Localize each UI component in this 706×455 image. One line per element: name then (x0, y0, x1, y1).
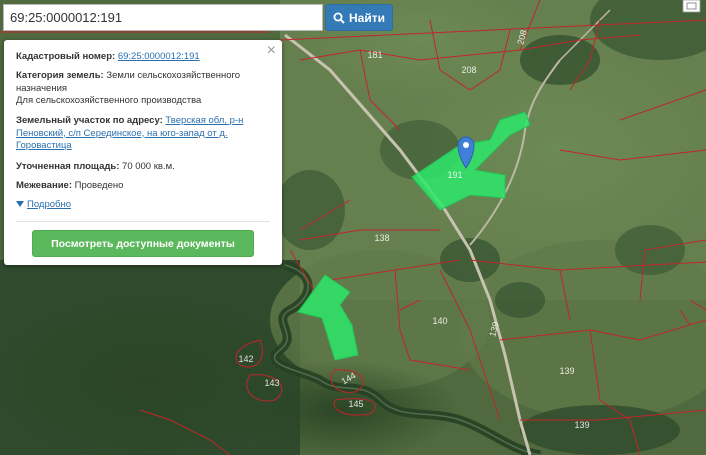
parcel-label: 181 (367, 50, 382, 60)
parcel-label: 191 (447, 170, 462, 180)
area-value: 70 000 кв.м. (122, 161, 175, 172)
land-usage-value: Для сельскохозяйственного производства (16, 95, 202, 106)
chevron-down-icon (16, 201, 24, 208)
search-button-label: Найти (349, 10, 385, 25)
land-category-label: Категория земель: (16, 70, 104, 81)
parcel-label: 140 (432, 316, 447, 326)
survey-value: Проведено (74, 180, 124, 191)
details-toggle[interactable]: Подробно (16, 199, 71, 210)
cadastral-number-link[interactable]: 69:25:0000012:191 (118, 51, 200, 62)
area-label: Уточненная площадь: (16, 161, 120, 172)
search-button[interactable]: Найти (325, 4, 393, 31)
parcel-label: 139 (574, 420, 589, 430)
land-category-row: Категория земель: Земли сельскохозяйстве… (16, 70, 266, 95)
survey-row: Межевание: Проведено (16, 180, 266, 193)
parcel-label: 138 (374, 233, 389, 243)
address-row: Земельный участок по адресу: Тверская об… (16, 115, 266, 153)
survey-label: Межевание: (16, 180, 72, 191)
cadastral-number-label: Кадастровый номер: (16, 51, 116, 62)
parcel-label: 139 (559, 366, 574, 376)
parcel-label: 208 (461, 65, 476, 75)
view-documents-button[interactable]: Посмотреть доступные документы (32, 230, 254, 257)
parcel-label: 142 (238, 354, 253, 364)
parcel-info-panel: × Кадастровый номер: 69:25:0000012:191 К… (4, 40, 282, 265)
close-icon[interactable]: × (267, 42, 276, 60)
cadastral-search-input[interactable] (3, 4, 323, 31)
map-control[interactable] (682, 0, 701, 13)
address-label: Земельный участок по адресу: (16, 115, 163, 126)
search-icon (333, 12, 345, 24)
area-row: Уточненная площадь: 70 000 кв.м. (16, 161, 266, 174)
parcel-label: 143 (264, 378, 279, 388)
details-link[interactable]: Подробно (27, 199, 71, 210)
parcel-label: 145 (348, 399, 363, 409)
divider (16, 221, 270, 222)
cadastral-number-row: Кадастровый номер: 69:25:0000012:191 (16, 51, 266, 64)
